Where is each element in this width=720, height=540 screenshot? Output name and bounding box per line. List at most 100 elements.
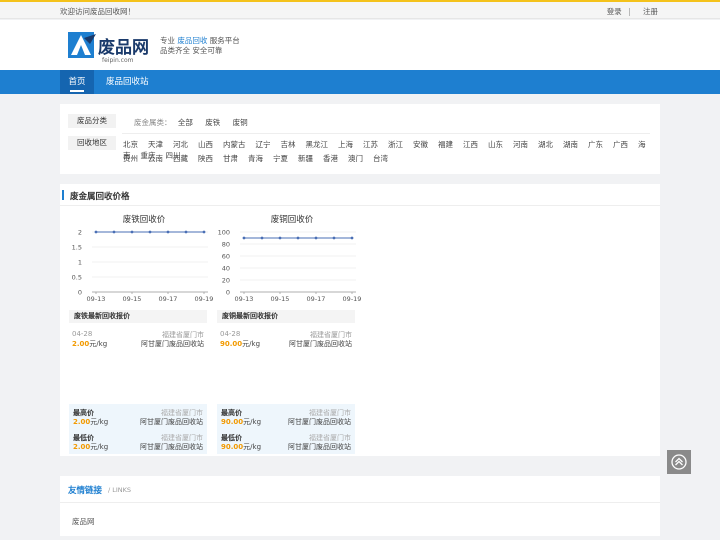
region-item[interactable]: 江西 (463, 140, 478, 149)
links-divider (60, 502, 660, 503)
region-item[interactable]: 江苏 (363, 140, 378, 149)
max-value: 90.00元/kg (221, 418, 262, 426)
data-point[interactable] (184, 230, 188, 234)
region-item[interactable]: 浙江 (388, 140, 403, 149)
copper-minmax-box: 最高价 福建省厦门市 90.00元/kg 阿甘厦门废品回收站 最低价 福建省厦门… (217, 404, 355, 454)
y-tick-label: 0.5 (72, 274, 82, 282)
max-station[interactable]: 阿甘厦门废品回收站 (288, 417, 351, 427)
top-bar: 欢迎访问废品回收网！ 登录 | 注册 (0, 2, 720, 19)
login-link[interactable]: 登录 (607, 7, 622, 16)
category-item[interactable]: 废铜 (233, 118, 248, 127)
region-item[interactable]: 黑龙江 (306, 140, 329, 149)
region-item[interactable]: 澳门 (348, 154, 363, 163)
data-point[interactable] (130, 230, 134, 234)
region-item[interactable]: 山西 (198, 140, 213, 149)
main-nav: 首页 废品回收站 (0, 70, 720, 94)
min-station[interactable]: 阿甘厦门废品回收站 (288, 442, 351, 452)
region-item[interactable]: 广西 (613, 140, 628, 149)
data-point[interactable] (202, 230, 206, 234)
region-item[interactable]: 河南 (513, 140, 528, 149)
data-point[interactable] (94, 230, 98, 234)
iron-minmax-box: 最高价 福建省厦门市 2.00元/kg 阿甘厦门废品回收站 最低价 福建省厦门市… (69, 404, 207, 454)
back-to-top-button[interactable] (667, 450, 691, 474)
region-label: 回收地区 (68, 136, 116, 150)
max-station[interactable]: 阿甘厦门废品回收站 (140, 417, 203, 427)
region-item[interactable]: 新疆 (298, 154, 313, 163)
section-accent-bar (62, 190, 64, 200)
x-tick-label: 09-17 (307, 295, 326, 303)
region-item[interactable]: 天津 (148, 140, 163, 149)
data-point[interactable] (350, 236, 354, 240)
category-item[interactable]: 废铁 (205, 118, 220, 127)
region-item[interactable]: 西藏 (173, 154, 188, 163)
price-section-title: 废金属回收价格 (70, 192, 130, 202)
region-item[interactable]: 台湾 (373, 154, 388, 163)
y-tick-label: 1 (78, 259, 82, 267)
min-station[interactable]: 阿甘厦门废品回收站 (140, 442, 203, 452)
region-item[interactable]: 北京 (123, 140, 138, 149)
region-item[interactable]: 云南 (148, 154, 163, 163)
slogan: 专业 废品回收 服务平台 品类齐全 安全可靠 (160, 36, 240, 56)
region-item[interactable]: 吉林 (281, 140, 296, 149)
data-point[interactable] (242, 236, 246, 240)
region-item[interactable]: 安徽 (413, 140, 428, 149)
data-point[interactable] (148, 230, 152, 234)
logo-icon[interactable] (68, 32, 98, 58)
logo-text[interactable]: 废品网 (98, 33, 149, 58)
copper-price-chart: 废铜回收价 0 20 40 60 80 100 09-13 09-15 09-17 09-19 (214, 212, 362, 310)
copper-chart-svg: 废铜回收价 0 20 40 60 80 100 09-13 09-15 09-17 09-19 (218, 214, 362, 303)
category-item[interactable]: 全部 (178, 118, 193, 127)
filter-divider (122, 133, 650, 134)
iron-price-chart: 废铁回收价 0 0.5 1 1.5 2 09-13 09-15 09-17 09-19 (66, 212, 214, 310)
region-item[interactable]: 青海 (248, 154, 263, 163)
friend-link[interactable]: 废品网 (72, 516, 95, 527)
data-point[interactable] (296, 236, 300, 240)
slogan-pre: 专业 (160, 36, 175, 45)
iron-chart-svg: 废铁回收价 0 0.5 1 1.5 2 09-13 09-15 09-17 09-19 (72, 214, 214, 303)
x-tick-label: 09-15 (271, 295, 290, 303)
record-price: 90.00 (220, 340, 243, 348)
data-point[interactable] (112, 230, 116, 234)
record-date: 04-28 (72, 330, 93, 338)
category-subtitle: 废金属类： (134, 118, 172, 127)
region-item[interactable]: 上海 (338, 140, 353, 149)
iron-latest-record[interactable]: 04-28 福建省厦门市 2.00元/kg 阿甘厦门废品回收站 (72, 330, 204, 349)
region-item[interactable]: 内蒙古 (223, 140, 246, 149)
slogan-highlight: 废品回收 (177, 36, 208, 45)
region-item[interactable]: 宁夏 (273, 154, 288, 163)
max-value: 2.00元/kg (73, 418, 109, 426)
region-item[interactable]: 贵州 (123, 154, 138, 163)
region-item[interactable]: 辽宁 (256, 140, 271, 149)
data-point[interactable] (166, 230, 170, 234)
nav-recycle-station[interactable]: 废品回收站 (106, 70, 149, 94)
region-row-2: 贵州 云南 西藏 陕西 甘肃 青海 宁夏 新疆 香港 澳门 台湾 (123, 153, 398, 164)
copper-latest-header: 废铜最新回收报价 (217, 310, 355, 323)
region-item[interactable]: 陕西 (198, 154, 213, 163)
data-point[interactable] (314, 236, 318, 240)
region-item[interactable]: 山东 (488, 140, 503, 149)
region-item[interactable]: 湖北 (538, 140, 553, 149)
record-station: 阿甘厦门废品回收站 (141, 340, 204, 348)
copper-latest-record[interactable]: 04-28 福建省厦门市 90.00元/kg 阿甘厦门废品回收站 (220, 330, 352, 349)
iron-latest-header: 废铁最新回收报价 (69, 310, 207, 323)
record-price: 2.00 (72, 340, 90, 348)
region-item[interactable]: 广东 (588, 140, 603, 149)
data-point[interactable] (260, 236, 264, 240)
category-label: 废品分类 (68, 114, 116, 128)
welcome-text: 欢迎访问废品回收网！ (60, 7, 135, 16)
price-panel: 废金属回收价格 废铁回收价 0 0.5 1 1.5 2 09-13 09-15 09-17 09-… (60, 184, 660, 456)
link-separator: | (628, 7, 631, 16)
region-item[interactable]: 湖南 (563, 140, 578, 149)
arrow-up-circle-icon (671, 454, 687, 470)
data-point[interactable] (278, 236, 282, 240)
y-tick-label: 20 (222, 277, 230, 285)
register-link[interactable]: 注册 (643, 7, 658, 16)
record-unit: 元/kg (89, 340, 108, 348)
min-value: 2.00元/kg (73, 443, 109, 451)
region-item[interactable]: 甘肃 (223, 154, 238, 163)
region-item[interactable]: 福建 (438, 140, 453, 149)
region-item[interactable]: 河北 (173, 140, 188, 149)
nav-home[interactable]: 首页 (60, 70, 94, 94)
region-item[interactable]: 香港 (323, 154, 338, 163)
data-point[interactable] (332, 236, 336, 240)
